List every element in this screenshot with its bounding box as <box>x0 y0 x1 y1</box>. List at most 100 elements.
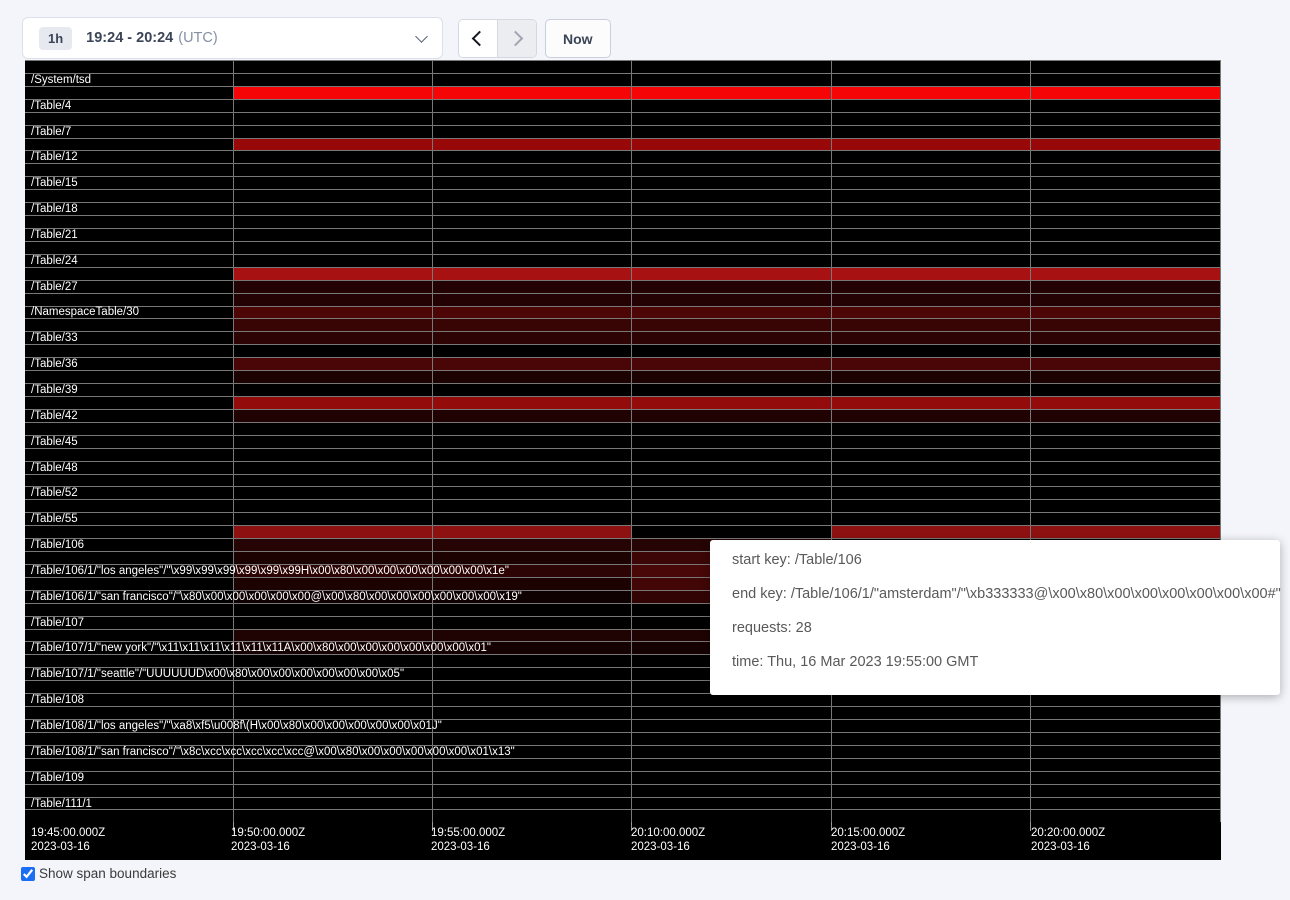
heatmap-cell[interactable] <box>1030 358 1220 370</box>
heatmap-cell[interactable] <box>432 319 631 331</box>
heatmap-row[interactable]: /Table/42 <box>25 409 1220 422</box>
heatmap-cell[interactable] <box>631 332 831 344</box>
heatmap-cell[interactable] <box>1030 410 1220 422</box>
heatmap-row[interactable]: /Table/18 <box>25 202 1220 215</box>
heatmap-cell[interactable] <box>631 268 831 280</box>
heatmap-cell[interactable] <box>1030 268 1220 280</box>
next-button[interactable] <box>497 20 536 57</box>
heatmap-row[interactable] <box>25 86 1220 99</box>
heatmap-row[interactable] <box>25 525 1220 538</box>
heatmap-cell[interactable] <box>831 371 1030 383</box>
heatmap-row[interactable]: /Table/24 <box>25 254 1220 267</box>
heatmap-cell[interactable] <box>233 578 432 590</box>
heatmap-row[interactable] <box>25 344 1220 357</box>
heatmap-cell[interactable] <box>432 268 631 280</box>
heatmap-row[interactable]: /Table/108/1/"los angeles"/"\xa8\xf5\u00… <box>25 719 1220 732</box>
heatmap-cell[interactable] <box>1030 281 1220 293</box>
heatmap-row[interactable] <box>25 112 1220 125</box>
heatmap-row[interactable]: /Table/39 <box>25 383 1220 396</box>
heatmap-cell[interactable] <box>631 281 831 293</box>
heatmap-row[interactable]: /Table/36 <box>25 357 1220 370</box>
heatmap-cell[interactable] <box>831 410 1030 422</box>
heatmap-cell[interactable] <box>432 397 631 409</box>
heatmap-cell[interactable] <box>631 358 831 370</box>
heatmap-cell[interactable] <box>432 307 631 319</box>
heatmap-cell[interactable] <box>831 87 1030 99</box>
heatmap-row[interactable]: /Table/12 <box>25 150 1220 163</box>
heatmap-cell[interactable] <box>432 358 631 370</box>
heatmap-row[interactable] <box>25 809 1220 822</box>
heatmap-row[interactable] <box>25 732 1220 745</box>
show-span-boundaries-label[interactable]: Show span boundaries <box>39 866 176 881</box>
heatmap-row[interactable]: /Table/48 <box>25 461 1220 474</box>
heatmap-row[interactable] <box>25 706 1220 719</box>
heatmap-cell[interactable] <box>631 139 831 151</box>
heatmap-cell[interactable] <box>831 332 1030 344</box>
heatmap-cell[interactable] <box>831 281 1030 293</box>
time-range-selector[interactable]: 1h 19:24 - 20:24 (UTC) <box>22 17 443 59</box>
heatmap-cell[interactable] <box>1030 371 1220 383</box>
heatmap-cell[interactable] <box>233 332 432 344</box>
heatmap-row[interactable]: /Table/4 <box>25 99 1220 112</box>
heatmap-cell[interactable] <box>432 281 631 293</box>
heatmap-cell[interactable] <box>831 319 1030 331</box>
heatmap-cell[interactable] <box>233 552 432 564</box>
heatmap-cell[interactable] <box>631 294 831 306</box>
heatmap-cell[interactable] <box>432 552 631 564</box>
heatmap-row[interactable] <box>25 215 1220 228</box>
heatmap-cell[interactable] <box>432 371 631 383</box>
heatmap-cell[interactable] <box>831 397 1030 409</box>
heatmap-cell[interactable] <box>432 410 631 422</box>
heatmap-row[interactable] <box>25 422 1220 435</box>
key-visualizer-heatmap[interactable]: /System/tsd/Table/4/Table/7/Table/12/Tab… <box>25 60 1221 860</box>
heatmap-cell[interactable] <box>631 410 831 422</box>
heatmap-row[interactable]: /Table/27 <box>25 280 1220 293</box>
heatmap-row[interactable]: /System/tsd <box>25 73 1220 86</box>
heatmap-cell[interactable] <box>1030 319 1220 331</box>
heatmap-cell[interactable] <box>831 139 1030 151</box>
heatmap-cell[interactable] <box>233 319 432 331</box>
now-button[interactable]: Now <box>545 19 611 58</box>
heatmap-cell[interactable] <box>1030 526 1220 538</box>
heatmap-row[interactable]: /Table/21 <box>25 228 1220 241</box>
heatmap-cell[interactable] <box>831 294 1030 306</box>
heatmap-cell[interactable] <box>233 371 432 383</box>
heatmap-cell[interactable] <box>233 268 432 280</box>
heatmap-row[interactable] <box>25 189 1220 202</box>
heatmap-cell[interactable] <box>233 307 432 319</box>
heatmap-plot[interactable]: /System/tsd/Table/4/Table/7/Table/12/Tab… <box>25 60 1221 822</box>
heatmap-cell[interactable] <box>233 397 432 409</box>
heatmap-cell[interactable] <box>831 307 1030 319</box>
heatmap-cell[interactable] <box>631 397 831 409</box>
heatmap-row[interactable]: /Table/52 <box>25 486 1220 499</box>
heatmap-cell[interactable] <box>631 87 831 99</box>
heatmap-row[interactable]: /Table/55 <box>25 512 1220 525</box>
heatmap-cell[interactable] <box>233 526 432 538</box>
heatmap-row[interactable]: /Table/108/1/"san francisco"/"\x8c\xcc\x… <box>25 745 1220 758</box>
show-span-boundaries-checkbox[interactable] <box>21 867 35 881</box>
heatmap-row[interactable] <box>25 474 1220 487</box>
heatmap-row[interactable]: /Table/33 <box>25 331 1220 344</box>
heatmap-row[interactable] <box>25 499 1220 512</box>
heatmap-cell[interactable] <box>831 268 1030 280</box>
heatmap-row[interactable]: /NamespaceTable/30 <box>25 306 1220 319</box>
heatmap-cell[interactable] <box>432 139 631 151</box>
heatmap-cell[interactable] <box>233 539 432 551</box>
heatmap-cell[interactable] <box>233 281 432 293</box>
heatmap-cell[interactable] <box>631 371 831 383</box>
heatmap-cell[interactable] <box>233 87 432 99</box>
heatmap-row[interactable]: /Table/109 <box>25 771 1220 784</box>
heatmap-row[interactable]: /Table/15 <box>25 176 1220 189</box>
heatmap-cell[interactable] <box>432 87 631 99</box>
heatmap-row[interactable] <box>25 267 1220 280</box>
heatmap-row[interactable] <box>25 241 1220 254</box>
heatmap-cell[interactable] <box>831 526 1030 538</box>
heatmap-row[interactable] <box>25 318 1220 331</box>
heatmap-row[interactable] <box>25 448 1220 461</box>
heatmap-cell[interactable] <box>432 630 631 642</box>
heatmap-cell[interactable] <box>1030 397 1220 409</box>
heatmap-cell[interactable] <box>432 294 631 306</box>
heatmap-row[interactable]: /Table/7 <box>25 125 1220 138</box>
heatmap-cell[interactable] <box>1030 87 1220 99</box>
heatmap-cell[interactable] <box>432 578 631 590</box>
